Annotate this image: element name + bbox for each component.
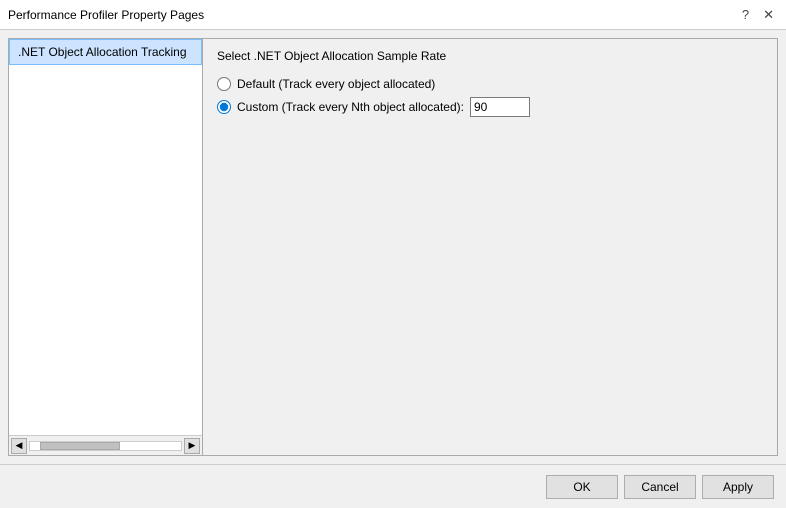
- scroll-thumb[interactable]: [40, 442, 120, 450]
- radio-row-default: Default (Track every object allocated): [217, 77, 763, 91]
- custom-value-input[interactable]: [470, 97, 530, 117]
- close-button[interactable]: ✕: [759, 8, 778, 21]
- section-title: Select .NET Object Allocation Sample Rat…: [217, 49, 763, 63]
- help-button[interactable]: ?: [738, 8, 753, 21]
- title-bar-buttons: ? ✕: [738, 8, 778, 21]
- ok-button[interactable]: OK: [546, 475, 618, 499]
- scroll-track: [29, 441, 182, 451]
- sidebar-item-dotnet-allocation[interactable]: .NET Object Allocation Tracking: [9, 39, 202, 65]
- apply-button[interactable]: Apply: [702, 475, 774, 499]
- scroll-left-button[interactable]: ◀: [11, 438, 27, 454]
- radio-group: Default (Track every object allocated) C…: [217, 77, 763, 117]
- radio-custom[interactable]: [217, 100, 231, 114]
- scroll-right-button[interactable]: ▶: [184, 438, 200, 454]
- cancel-button[interactable]: Cancel: [624, 475, 696, 499]
- radio-default-label[interactable]: Default (Track every object allocated): [237, 77, 435, 91]
- horizontal-scrollbar: ◀ ▶: [9, 435, 202, 455]
- dialog-content: .NET Object Allocation Tracking ◀ ▶ Sele…: [0, 30, 786, 464]
- radio-row-custom: Custom (Track every Nth object allocated…: [217, 97, 763, 117]
- radio-default[interactable]: [217, 77, 231, 91]
- radio-custom-label[interactable]: Custom (Track every Nth object allocated…: [237, 100, 464, 114]
- left-panel: .NET Object Allocation Tracking ◀ ▶: [8, 38, 203, 456]
- title-bar: Performance Profiler Property Pages ? ✕: [0, 0, 786, 30]
- dialog-title: Performance Profiler Property Pages: [8, 8, 204, 22]
- bottom-bar: OK Cancel Apply: [0, 464, 786, 508]
- right-panel: Select .NET Object Allocation Sample Rat…: [203, 38, 778, 456]
